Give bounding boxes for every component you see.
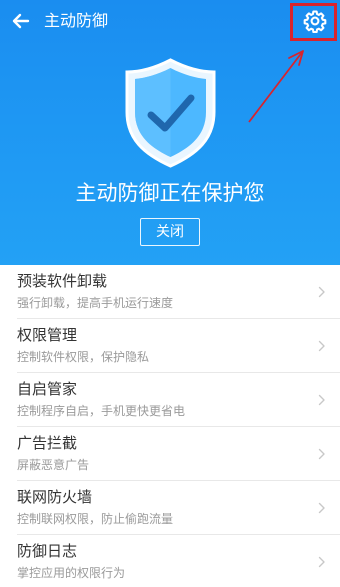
list-item-autostart-manager[interactable]: 自启管家 控制程序自启，手机更快更省电 (0, 373, 340, 427)
shield-check-icon (125, 58, 216, 168)
settings-button[interactable] (303, 9, 327, 34)
list-item-permission-management[interactable]: 权限管理 控制软件权限，保护隐私 (0, 319, 340, 373)
list-item-description: 控制联网权限，防止偷跑流量 (17, 512, 174, 526)
list-item-preinstalled-uninstall[interactable]: 预装软件卸载 强行卸载，提高手机运行速度 (0, 265, 340, 319)
active-defense-screen: 主动防御 主动防御正在保护您 关闭 预装软件卸载 强行卸载，提高手机运行速度 权… (0, 0, 340, 587)
list-item-defense-log[interactable]: 防御日志 掌控应用的权限行为 (0, 535, 340, 587)
arrow-left-icon (12, 13, 30, 29)
chevron-right-icon (318, 286, 325, 298)
list-item-description: 控制程序自启，手机更快更省电 (17, 404, 186, 418)
list-item-ad-blocking[interactable]: 广告拦截 屏蔽恶意广告 (0, 427, 340, 481)
protection-hero: 主动防御 主动防御正在保护您 关闭 (0, 0, 340, 265)
list-item-description: 掌控应用的权限行为 (17, 566, 126, 580)
list-item-title: 联网防火墙 (17, 488, 93, 506)
list-item-title: 权限管理 (17, 326, 78, 344)
list-item-title: 防御日志 (17, 542, 78, 560)
page-title: 主动防御 (44, 11, 109, 30)
list-item-title: 自启管家 (17, 380, 78, 398)
list-item-title: 预装软件卸载 (17, 272, 108, 290)
chevron-right-icon (318, 340, 325, 352)
gear-icon (303, 10, 327, 34)
chevron-right-icon (318, 394, 325, 406)
defense-feature-list: 预装软件卸载 强行卸载，提高手机运行速度 权限管理 控制软件权限，保护隐私 自启… (0, 265, 340, 587)
chevron-right-icon (318, 502, 325, 514)
list-item-network-firewall[interactable]: 联网防火墙 控制联网权限，防止偷跑流量 (0, 481, 340, 535)
list-item-description: 强行卸载，提高手机运行速度 (17, 296, 174, 310)
list-item-description: 控制软件权限，保护隐私 (17, 350, 150, 364)
back-button[interactable] (10, 10, 32, 32)
close-protection-button[interactable]: 关闭 (140, 218, 200, 246)
protection-status-text: 主动防御正在保护您 (75, 181, 265, 205)
top-bar: 主动防御 (0, 0, 340, 44)
chevron-right-icon (318, 448, 325, 460)
chevron-right-icon (318, 556, 325, 568)
list-item-title: 广告拦截 (17, 434, 78, 452)
list-item-description: 屏蔽恶意广告 (17, 458, 90, 472)
